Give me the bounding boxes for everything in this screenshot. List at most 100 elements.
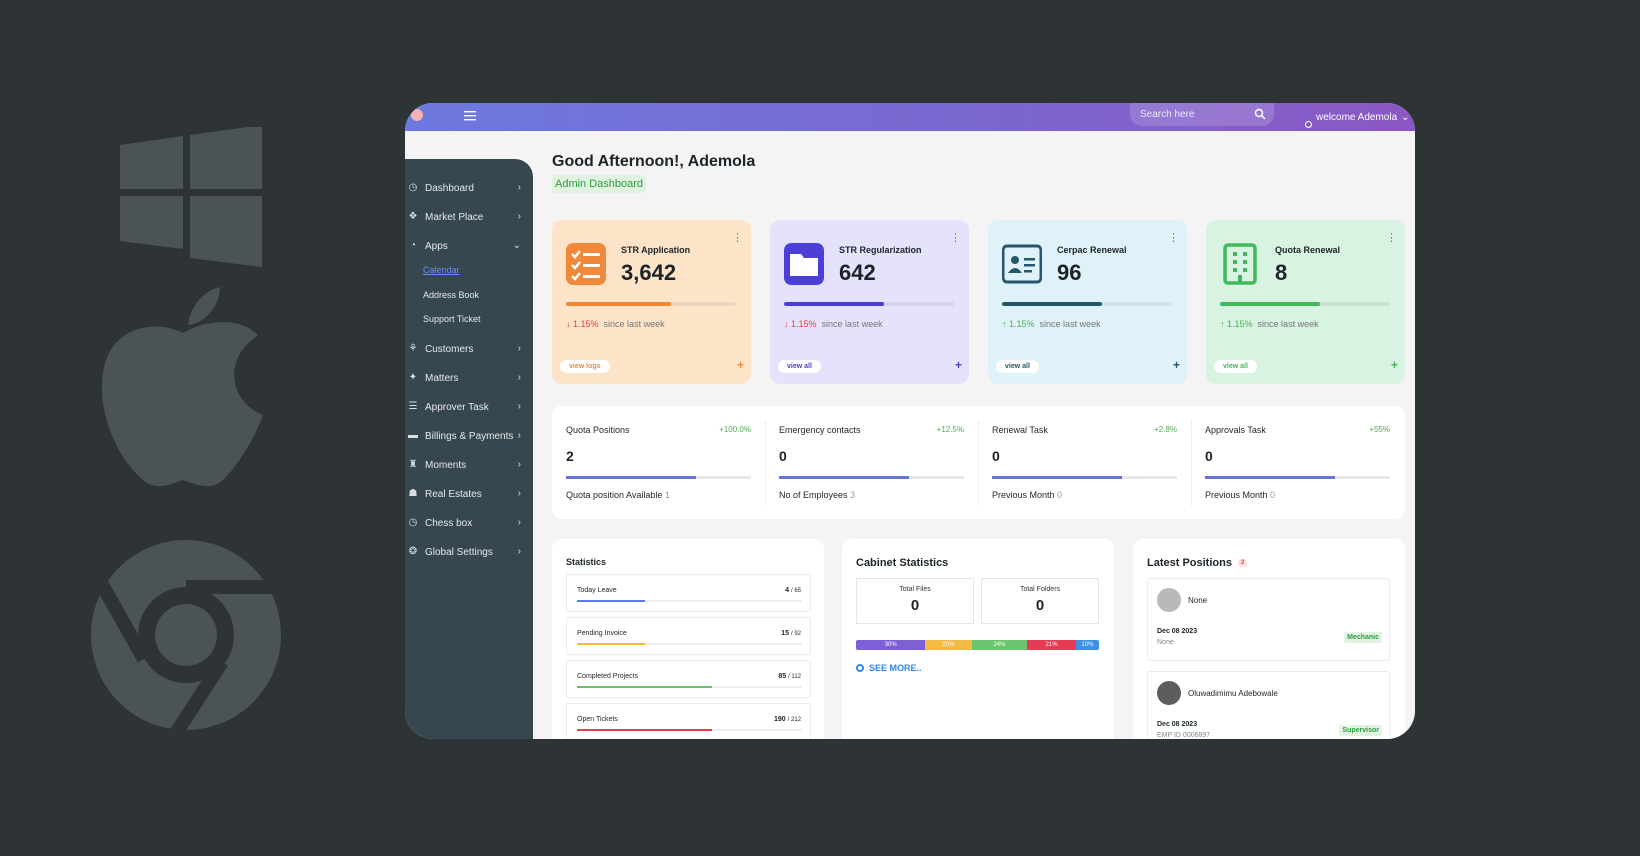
real-estates-icon: ☗: [408, 488, 418, 499]
search-icon[interactable]: [1254, 108, 1266, 120]
metric-value: 0: [992, 448, 1000, 464]
position-card[interactable]: Oluwadimimu Adebowale Dec 08 2023 EMP ID…: [1147, 671, 1390, 739]
approver-task-icon: ☰: [408, 401, 418, 412]
metric-sub: Previous Month 0: [992, 490, 1063, 500]
position-date: Dec 08 2023: [1157, 721, 1198, 728]
sidebar-item-label: Chess box: [425, 517, 473, 529]
metric-pct: +55%: [1369, 425, 1390, 434]
metric-progress-fill: [1205, 476, 1335, 479]
user-menu[interactable]: welcome Ademola ⌄: [1305, 107, 1410, 128]
view-logs-button[interactable]: view logs: [560, 360, 610, 373]
stat-value: 4 / 65: [785, 587, 801, 594]
avatar: [1157, 681, 1181, 705]
position-card[interactable]: None Dec 08 2023 None Mechanic: [1147, 578, 1390, 661]
storage-segment: 20%: [925, 640, 972, 650]
metric-title: Emergency contacts: [779, 425, 861, 435]
card-since-label: since last week: [603, 319, 665, 329]
sidebar-subitem-support-ticket[interactable]: Support Ticket: [423, 314, 481, 324]
stat-progress-fill: [577, 729, 712, 731]
search-box: [1130, 103, 1274, 126]
card-progress: [1002, 302, 1172, 306]
sidebar-item-real-estates[interactable]: ☗ Real Estates ›: [405, 485, 527, 503]
kebab-menu-icon[interactable]: ⋮: [732, 231, 743, 244]
card-since-label: since last week: [1257, 319, 1319, 329]
position-extra: None: [1157, 639, 1174, 646]
storage-segment: 21%: [1027, 640, 1076, 650]
card-progress-fill: [1002, 302, 1103, 306]
card-progress-fill: [566, 302, 672, 306]
card-cerpac-renewal: Cerpac Renewal 96 ⋮ ↑ 1.15% since last we…: [988, 220, 1187, 384]
sidebar-item-apps[interactable]: ◔ Apps ⌄: [405, 237, 527, 255]
sidebar-item-global-settings[interactable]: ❂ Global Settings ›: [405, 543, 527, 561]
metric-pct: +100.0%: [719, 425, 751, 434]
total-folders-value: 0: [1035, 597, 1045, 614]
add-icon[interactable]: +: [1173, 358, 1180, 372]
checklist-icon: [566, 243, 606, 285]
sidebar-item-customers[interactable]: ⚘ Customers ›: [405, 340, 527, 358]
hamburger-menu-icon[interactable]: [463, 109, 477, 123]
storage-segment: 30%: [856, 640, 926, 650]
total-files-value: 0: [910, 597, 920, 614]
position-date: Dec 08 2023: [1157, 628, 1198, 635]
stat-value: 85 / 112: [778, 673, 801, 680]
sidebar-item-dashboard[interactable]: ◷ Dashboard ›: [405, 179, 527, 197]
stat-value: 15 / 92: [781, 630, 801, 637]
count-badge: 2: [1237, 559, 1248, 567]
chevron-right-icon: ›: [517, 546, 521, 557]
brand-logo[interactable]: [411, 109, 423, 121]
cabinet-statistics-panel: Cabinet Statistics Total Files 0 Total F…: [842, 539, 1114, 739]
kebab-menu-icon[interactable]: ⋮: [1386, 231, 1397, 244]
stat-row-pending-invoice: Pending Invoice 15 / 92: [566, 617, 811, 655]
card-trend: ↓ 1.15% since last week: [784, 319, 883, 329]
position-name: None: [1188, 596, 1208, 605]
view-all-button[interactable]: view all: [1214, 360, 1257, 373]
stat-label: Completed Projects: [577, 673, 639, 680]
chevron-right-icon: ›: [517, 401, 521, 412]
see-more-link[interactable]: SEE MORE..: [856, 663, 922, 673]
kebab-menu-icon[interactable]: ⋮: [1168, 231, 1179, 244]
apple-logo-icon: [101, 287, 263, 487]
sidebar-subitem-address-book[interactable]: Address Book: [423, 290, 479, 300]
settings-icon: ❂: [408, 546, 418, 557]
sidebar-item-moments[interactable]: ♜ Moments ›: [405, 456, 527, 474]
stat-progress: [577, 686, 802, 688]
view-all-button[interactable]: view all: [996, 360, 1039, 373]
welcome-label: welcome Ademola: [1316, 112, 1398, 123]
sidebar-item-label: Real Estates: [425, 488, 482, 500]
chevron-right-icon: ›: [517, 372, 521, 383]
stat-row-completed-projects: Completed Projects 85 / 112: [566, 660, 811, 698]
kebab-menu-icon[interactable]: ⋮: [950, 231, 961, 244]
search-input[interactable]: [1130, 103, 1240, 126]
sidebar-item-market-place[interactable]: ❖ Market Place ›: [405, 208, 527, 226]
sidebar-item-approver-task[interactable]: ☰ Approver Task ›: [405, 398, 527, 416]
sidebar-item-billings[interactable]: ▬ Billings & Payments ›: [405, 427, 527, 445]
card-trend: ↓ 1.15% since last week: [566, 319, 665, 329]
metric-value: 0: [779, 448, 787, 464]
sidebar-subitem-calendar[interactable]: Calendar: [423, 265, 460, 275]
statistics-title: Statistics: [566, 557, 607, 567]
card-value: 642: [839, 260, 876, 285]
view-all-button[interactable]: view all: [778, 360, 821, 373]
sidebar-item-chess-box[interactable]: ◷ Chess box ›: [405, 514, 527, 532]
card-progress: [784, 302, 954, 306]
sidebar-item-label: Apps: [425, 240, 448, 252]
card-title: Cerpac Renewal: [1057, 245, 1127, 255]
add-icon[interactable]: +: [737, 358, 744, 372]
metric-pct: +2.8%: [1154, 425, 1177, 434]
stat-label: Today Leave: [577, 587, 617, 594]
card-progress: [566, 302, 736, 306]
id-card-icon: [1002, 244, 1042, 284]
add-icon[interactable]: +: [1391, 358, 1398, 372]
metric-renewal-task: Renewal Task +2.8% 0 Previous Month 0: [978, 406, 1191, 519]
metric-sub: Previous Month 0: [1205, 490, 1276, 500]
folder-icon: [784, 243, 824, 285]
add-icon[interactable]: +: [955, 358, 962, 372]
sidebar-item-label: Matters: [425, 372, 459, 384]
stat-progress-fill: [577, 643, 645, 645]
role-badge: Supervisor: [1339, 725, 1382, 736]
sidebar-item-matters[interactable]: ✦ Matters ›: [405, 369, 527, 387]
trend-up-icon: ↑ 1.15%: [1220, 319, 1253, 329]
marketplace-icon: ❖: [408, 211, 418, 222]
card-value: 8: [1275, 260, 1288, 285]
trend-down-icon: ↓ 1.15%: [784, 319, 817, 329]
